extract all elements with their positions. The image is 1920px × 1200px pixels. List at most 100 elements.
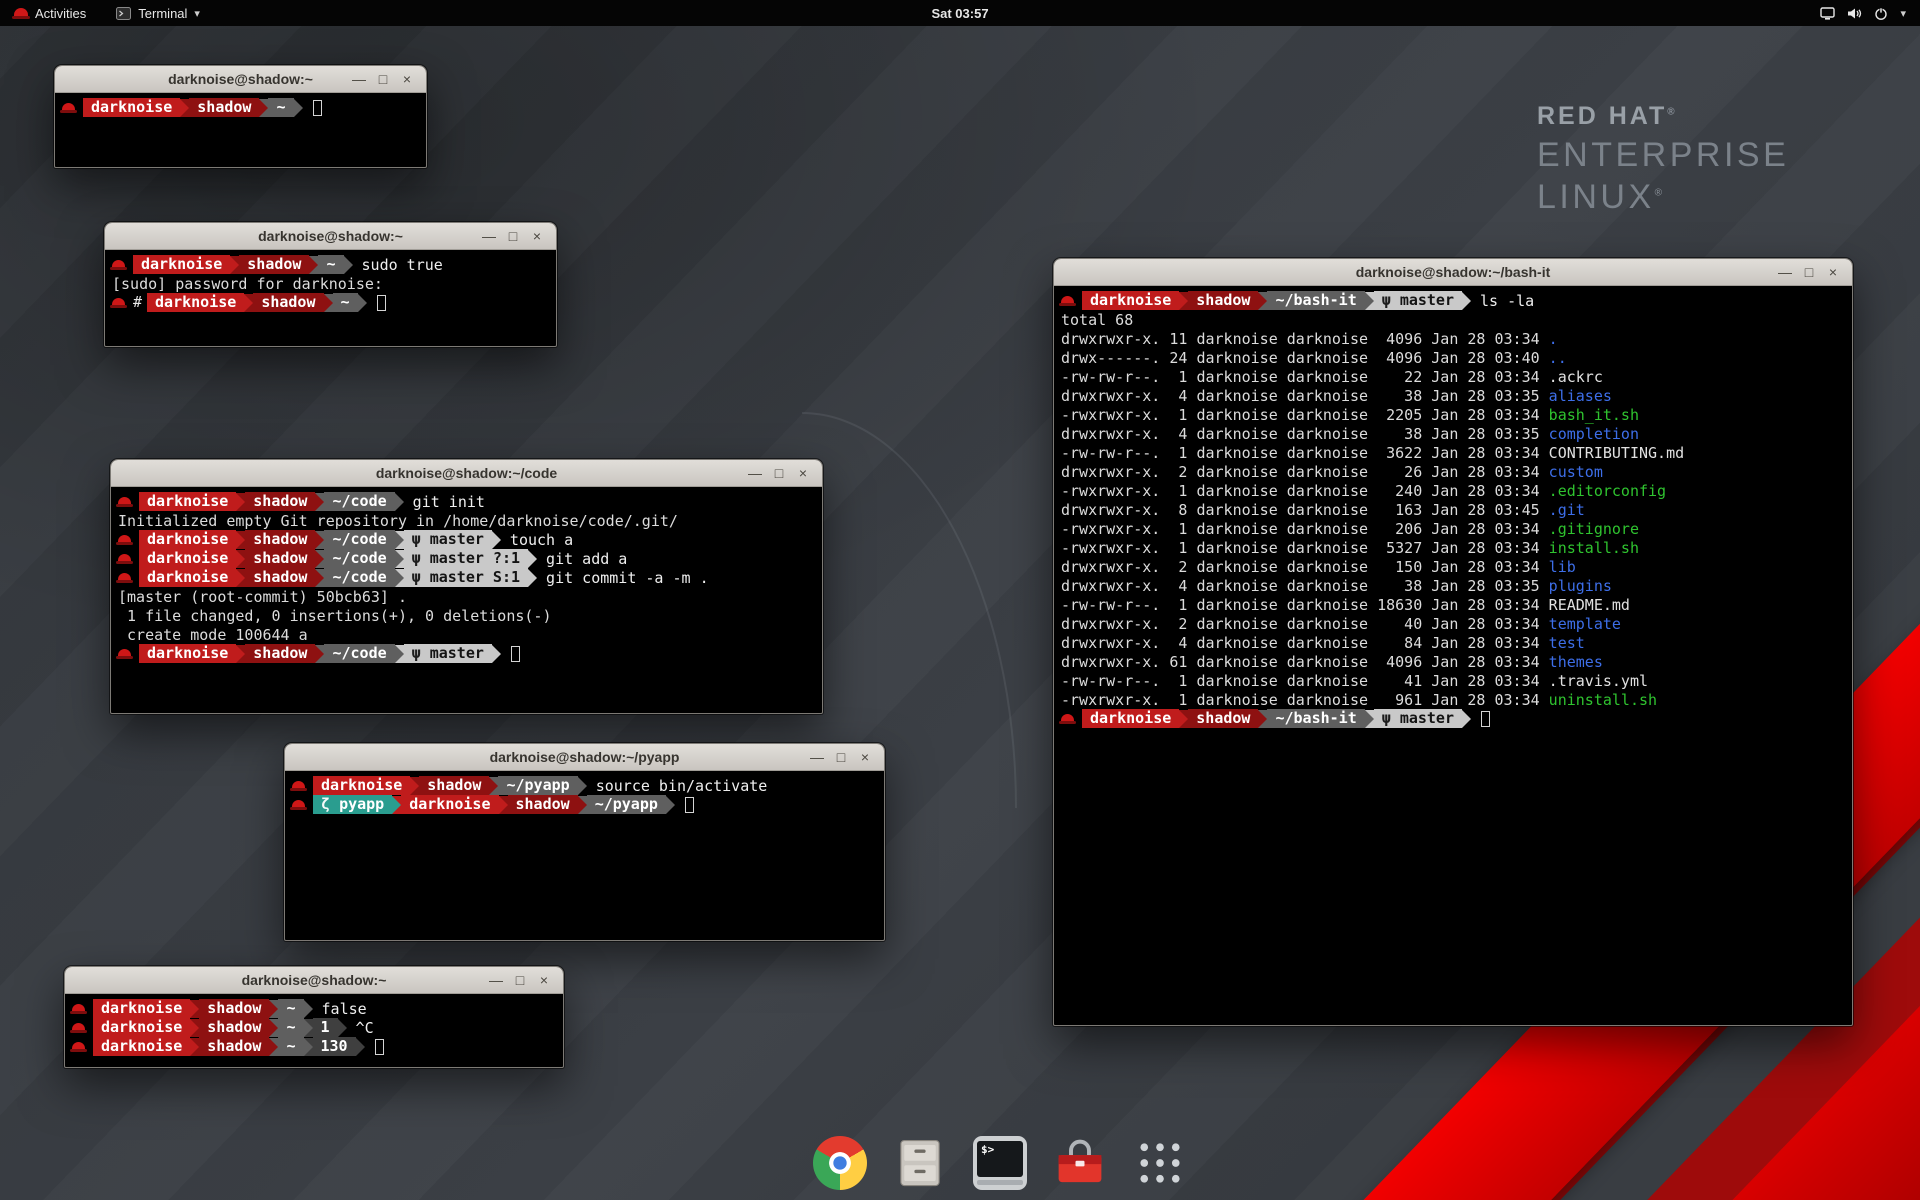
prompt-segment: darknoise — [133, 255, 230, 274]
prompt-segment: # — [133, 293, 147, 312]
prompt-segment: ~ — [278, 1037, 303, 1056]
prompt-segment: ~ — [318, 255, 343, 274]
terminal-icon-screen: $> — [977, 1141, 1023, 1177]
powerline-separator-icon — [236, 645, 245, 663]
terminal-icon: $> — [973, 1136, 1027, 1190]
terminal-line: [sudo] password for darknoise: — [112, 274, 549, 293]
maximize-button[interactable]: □ — [768, 461, 790, 486]
file-name: completion — [1549, 425, 1639, 443]
terminal-line: drwx------. 24 darknoise darknoise 4096 … — [1061, 348, 1845, 367]
terminal-content[interactable]: darknoiseshadow~ sudo true[sudo] passwor… — [105, 250, 556, 317]
prompt-segment: darknoise — [139, 644, 236, 663]
activities-button[interactable]: Activities — [10, 0, 90, 26]
prompt-segment: ψ master S:1 — [404, 568, 528, 587]
top-bar: Activities Terminal ▾ Sat 03:57 ▾ — [0, 0, 1920, 26]
prompt-segment: ~/code — [324, 568, 394, 587]
prompt-segment: ~ — [278, 1018, 303, 1037]
dock-item-files[interactable] — [893, 1136, 947, 1190]
powerline-separator-icon — [1179, 292, 1188, 310]
redhat-prompt-icon — [118, 497, 131, 506]
file-name: .ackrc — [1549, 368, 1603, 386]
volume-icon — [1847, 7, 1862, 20]
window-titlebar[interactable]: darknoise@shadow:~ — □ × — [65, 967, 563, 994]
minimize-button[interactable]: — — [478, 224, 500, 249]
powerline-separator-icon — [315, 550, 324, 568]
file-name: .editorconfig — [1549, 482, 1666, 500]
close-button[interactable]: × — [1822, 260, 1844, 285]
file-name: uninstall.sh — [1549, 691, 1657, 709]
terminal-content[interactable]: darknoiseshadow~ falsedarknoiseshadow~1 … — [65, 994, 563, 1061]
terminal-line: -rwxrwxr-x. 1 darknoise darknoise 2205 J… — [1061, 405, 1845, 424]
maximize-button[interactable]: □ — [830, 745, 852, 770]
redhat-prompt-icon — [112, 260, 125, 269]
minimize-button[interactable]: — — [1774, 260, 1796, 285]
terminal-app-icon — [116, 7, 131, 20]
terminal-line: drwxrwxr-x. 2 darknoise darknoise 26 Jan… — [1061, 462, 1845, 481]
power-icon — [1874, 7, 1888, 20]
file-name: lib — [1549, 558, 1576, 576]
registered-mark: ® — [1667, 107, 1677, 118]
close-button[interactable]: × — [792, 461, 814, 486]
file-name: .git — [1549, 501, 1585, 519]
window-title: darknoise@shadow:~/pyapp — [285, 749, 884, 765]
maximize-button[interactable]: □ — [502, 224, 524, 249]
powerline-separator-icon — [356, 1038, 365, 1056]
prompt-segment: darknoise — [147, 293, 244, 312]
dock-item-firefox[interactable] — [733, 1136, 787, 1190]
minimize-button[interactable]: — — [806, 745, 828, 770]
powerline-separator-icon — [230, 256, 239, 274]
powerline-separator-icon — [395, 493, 404, 511]
branch-icon: ψ — [412, 549, 430, 567]
powerline-separator-icon — [1258, 292, 1267, 310]
app-menu-terminal[interactable]: Terminal ▾ — [112, 0, 204, 26]
terminal-line: #darknoiseshadow~ — [112, 293, 549, 312]
window-titlebar[interactable]: darknoise@shadow:~/code — □ × — [111, 460, 822, 487]
powerline-separator-icon — [269, 1038, 278, 1056]
maximize-button[interactable]: □ — [372, 67, 394, 92]
terminal-content[interactable]: darknoiseshadow~ — [55, 93, 426, 122]
terminal-line: darknoiseshadow~/codeψ master — [118, 644, 815, 663]
terminal-line: -rwxrwxr-x. 1 darknoise darknoise 5327 J… — [1061, 538, 1845, 557]
command-text: source bin/activate — [587, 777, 768, 795]
redhat-prompt-icon — [1061, 714, 1074, 723]
minimize-button[interactable]: — — [744, 461, 766, 486]
terminal-content[interactable]: darknoiseshadow~/code git initInitialize… — [111, 487, 822, 668]
close-button[interactable]: × — [526, 224, 548, 249]
minimize-button[interactable]: — — [485, 968, 507, 993]
dock-item-chrome[interactable] — [813, 1136, 867, 1190]
system-status-area[interactable]: ▾ — [1820, 7, 1910, 20]
dock-item-terminal[interactable]: $> — [973, 1136, 1027, 1190]
powerline-separator-icon — [294, 99, 303, 117]
terminal-content[interactable]: darknoiseshadow~/pyapp source bin/activa… — [285, 771, 884, 819]
powerline-separator-icon — [578, 777, 587, 795]
brand-line-linux: LINUX® — [1537, 180, 1789, 214]
maximize-button[interactable]: □ — [1798, 260, 1820, 285]
prompt-segment: darknoise — [401, 795, 498, 814]
dock-item-software[interactable] — [1053, 1136, 1107, 1190]
clock[interactable]: Sat 03:57 — [931, 6, 988, 21]
output-text: -rw-rw-r--. 1 darknoise darknoise 3622 J… — [1061, 444, 1549, 462]
prompt-segment: darknoise — [93, 1037, 190, 1056]
dock-item-app-grid[interactable] — [1133, 1136, 1187, 1190]
close-button[interactable]: × — [396, 67, 418, 92]
window-titlebar[interactable]: darknoise@shadow:~/bash-it — □ × — [1054, 259, 1852, 286]
window-titlebar[interactable]: darknoise@shadow:~/pyapp — □ × — [285, 744, 884, 771]
file-name: .. — [1549, 349, 1567, 367]
terminal-content[interactable]: darknoiseshadow~/bash-itψ master ls -lat… — [1054, 286, 1852, 733]
window-titlebar[interactable]: darknoise@shadow:~ — □ × — [105, 223, 556, 250]
maximize-button[interactable]: □ — [509, 968, 531, 993]
powerline-separator-icon — [528, 569, 537, 587]
chevron-down-icon: ▾ — [194, 7, 200, 20]
window-titlebar[interactable]: darknoise@shadow:~ — □ × — [55, 66, 426, 93]
file-name: themes — [1549, 653, 1603, 671]
close-button[interactable]: × — [533, 968, 555, 993]
close-button[interactable]: × — [854, 745, 876, 770]
powerline-separator-icon — [1258, 710, 1267, 728]
prompt-segment: ψ master — [1374, 291, 1462, 310]
output-text: drwxrwxr-x. 2 darknoise darknoise 40 Jan… — [1061, 615, 1549, 633]
minimize-button[interactable]: — — [348, 67, 370, 92]
output-text: drwxrwxr-x. 11 darknoise darknoise 4096 … — [1061, 330, 1549, 348]
prompt-segment: ψ master — [1374, 709, 1462, 728]
redhat-prompt-icon — [292, 800, 305, 809]
app-grid-icon — [1133, 1136, 1187, 1190]
